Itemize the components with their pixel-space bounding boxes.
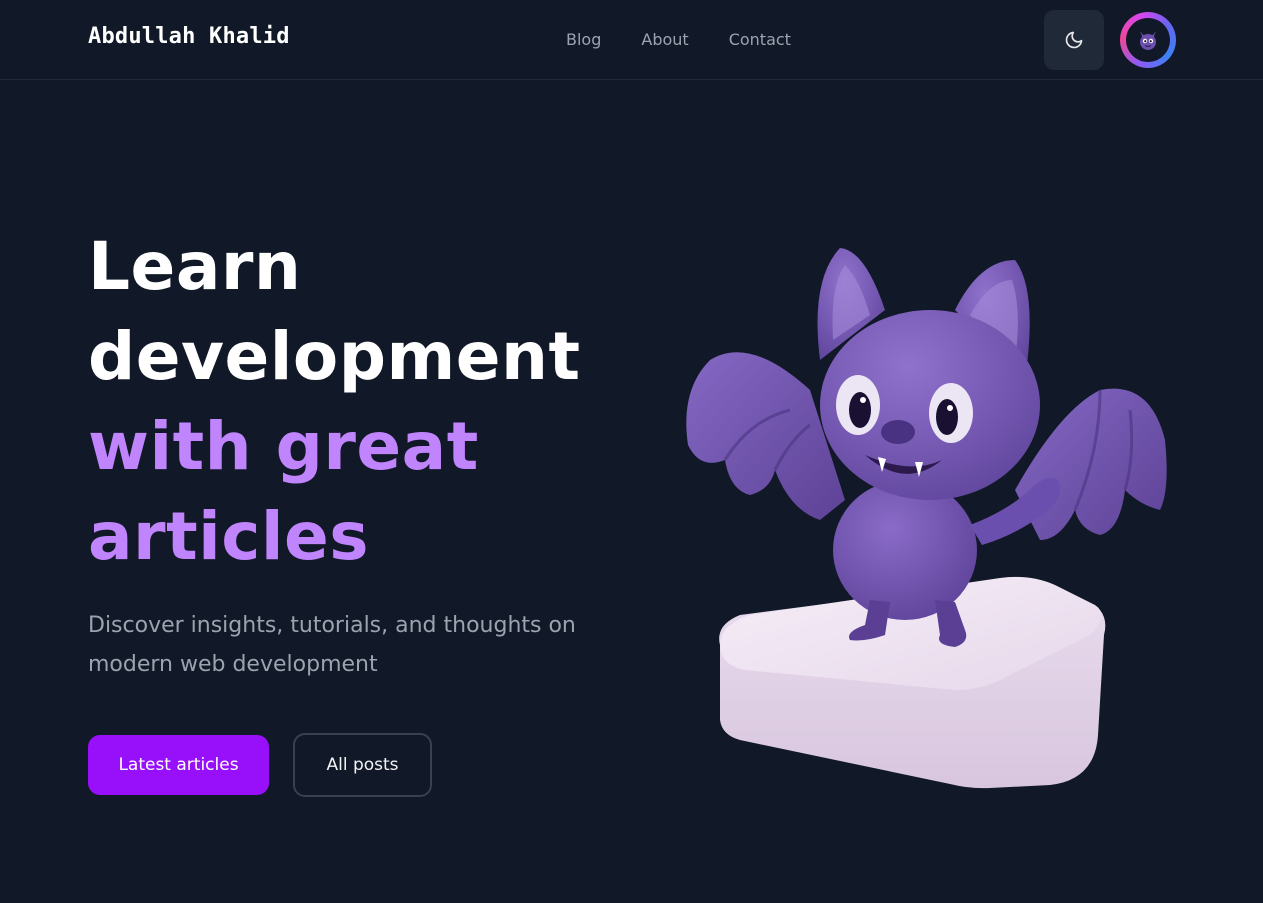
main-nav: Blog About Contact: [566, 30, 791, 49]
moon-icon: [1065, 31, 1083, 49]
avatar-inner: [1126, 18, 1170, 62]
hero-subtitle: Discover insights, tutorials, and though…: [88, 613, 576, 677]
nav-link-contact[interactable]: Contact: [729, 30, 791, 49]
latest-articles-button[interactable]: Latest articles: [88, 735, 269, 795]
avatar[interactable]: [1120, 12, 1176, 68]
bat-mascot-illustration: [686, 248, 1167, 789]
site-header: Abdullah Khalid Blog About Contact: [0, 0, 1263, 80]
hero-title: Learn development with great articles: [88, 222, 581, 582]
nav-link-blog[interactable]: Blog: [566, 30, 601, 49]
hero-title-line-3: with great: [88, 408, 479, 485]
site-logo[interactable]: Abdullah Khalid: [88, 24, 290, 49]
theme-toggle-button[interactable]: [1044, 10, 1104, 70]
hero-title-line-1: Learn: [88, 228, 302, 305]
hero-title-line-2: development: [88, 318, 581, 395]
hero-title-line-4: articles: [88, 498, 370, 575]
nav-link-about[interactable]: About: [641, 30, 688, 49]
all-posts-button[interactable]: All posts: [293, 733, 432, 797]
bat-avatar-icon: [1140, 31, 1156, 50]
